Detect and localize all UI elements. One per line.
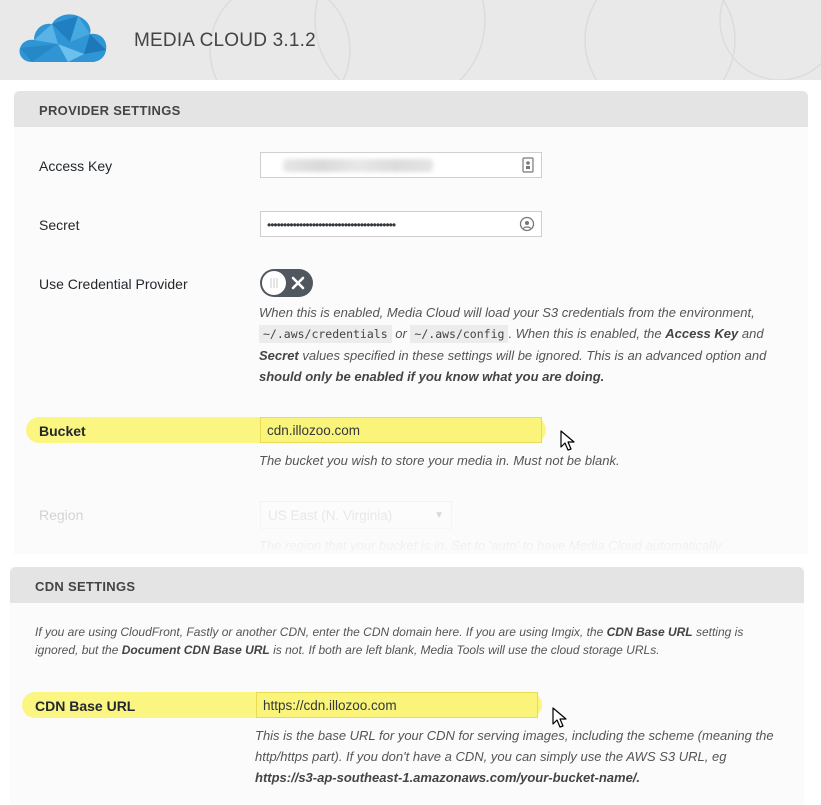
region-label: Region — [39, 507, 84, 523]
bucket-value: cdn.illozoo.com — [267, 423, 361, 438]
region-select[interactable]: US East (N. Virginia) ▼ — [260, 501, 452, 529]
toggle-knob — [262, 271, 286, 295]
credentials-path-code: ~/.aws/credentials — [259, 325, 392, 343]
provider-settings-title: PROVIDER SETTINGS — [39, 103, 181, 118]
bucket-description: The bucket you wish to store your media … — [259, 453, 620, 468]
mouse-cursor-icon — [560, 430, 575, 451]
cloud-logo-icon — [19, 14, 107, 63]
access-key-label: Access Key — [39, 158, 113, 174]
cdn-base-url-input[interactable]: https://cdn.illozoo.com — [256, 692, 538, 718]
secret-input[interactable]: •••••••••••••••••••••••••••••••••••••••• — [260, 211, 542, 237]
app-header: MEDIA CLOUD 3.1.2 — [0, 0, 821, 80]
password-reveal-icon[interactable] — [519, 216, 535, 232]
cdn-base-url-value: https://cdn.illozoo.com — [263, 698, 397, 713]
credential-provider-label: Use Credential Provider — [39, 276, 188, 292]
grip-icon — [270, 278, 278, 288]
config-path-code: ~/.aws/config — [410, 325, 509, 343]
access-key-input[interactable] — [260, 152, 542, 178]
cdn-settings-panel: CDN SETTINGS If you are using CloudFront… — [10, 567, 804, 805]
cdn-base-url-label: CDN Base URL — [35, 698, 136, 714]
media-cloud-logo — [18, 12, 110, 69]
key-icon — [522, 157, 534, 173]
provider-settings-header: PROVIDER SETTINGS — [14, 91, 808, 127]
cdn-settings-header: CDN SETTINGS — [10, 567, 804, 603]
secret-value: •••••••••••••••••••••••••••••••••••••••• — [267, 218, 396, 232]
mouse-cursor-icon — [552, 707, 567, 728]
app-title: MEDIA CLOUD 3.1.2 — [134, 30, 316, 51]
credential-provider-description: When this is enabled, Media Cloud will l… — [259, 305, 767, 384]
provider-settings-panel: PROVIDER SETTINGS Access Key Secret ••••… — [14, 91, 808, 554]
cdn-intro-description: If you are using CloudFront, Fastly or a… — [35, 625, 744, 657]
secret-label: Secret — [39, 217, 80, 233]
cdn-settings-title: CDN SETTINGS — [35, 579, 136, 594]
access-key-blurred-value — [283, 159, 433, 172]
region-value: US East (N. Virginia) — [268, 508, 393, 523]
bucket-label: Bucket — [39, 423, 86, 439]
chevron-down-icon: ▼ — [434, 510, 444, 521]
region-description: The region that your bucket is in. Set t… — [259, 538, 722, 553]
cdn-base-url-description: This is the base URL for your CDN for se… — [255, 728, 774, 785]
credential-provider-toggle[interactable] — [260, 269, 313, 297]
close-icon — [291, 276, 305, 290]
bucket-input[interactable]: cdn.illozoo.com — [260, 417, 542, 443]
